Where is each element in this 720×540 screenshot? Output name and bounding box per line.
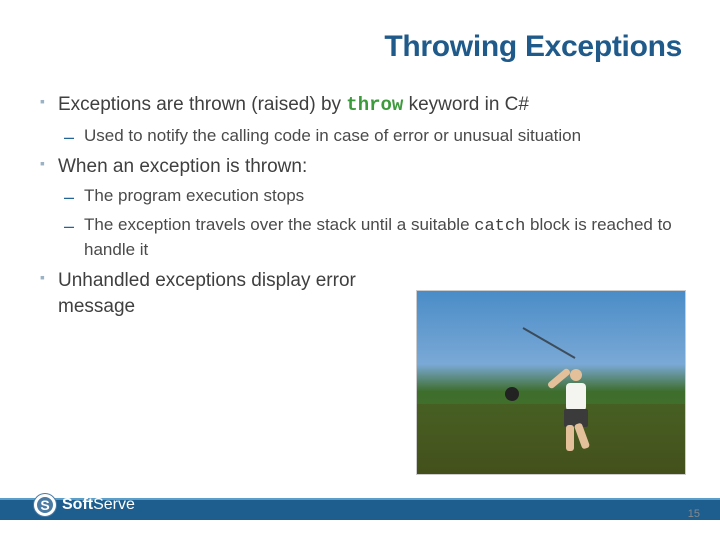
bullet-1: Exceptions are thrown (raised) by throw … [38,92,682,148]
bullet-2-sub: The program execution stops The exceptio… [58,185,682,262]
slide: Throwing Exceptions Exceptions are throw… [0,0,720,540]
throw-keyword: throw [346,94,403,116]
logo-mark-icon: S [34,494,56,516]
logo-text-rest: Serve [93,496,135,513]
decorative-image [416,290,686,475]
catch-keyword: catch [474,217,525,236]
slide-title: Throwing Exceptions [38,30,682,64]
bullet-1-text-a: Exceptions are thrown (raised) by [58,94,346,115]
logo-text-bold: Soft [62,496,93,513]
bullet-1-text-b: keyword in C# [403,94,529,115]
bullet-2-sub-2-text-a: The exception travels over the stack unt… [84,215,474,234]
footer-bar: S SoftServe [0,490,720,540]
softserve-logo: S SoftServe [34,494,135,516]
bullet-list: Exceptions are thrown (raised) by throw … [38,92,682,319]
bullet-2-sub-2: The exception travels over the stack unt… [58,214,682,262]
bullet-1-sub: Used to notify the calling code in case … [58,125,682,148]
page-number: 15 [688,508,700,520]
logo-text: SoftServe [62,496,135,514]
bullet-3: Unhandled exceptions display error messa… [38,268,358,319]
bullet-2: When an exception is thrown: The program… [38,154,682,262]
bullet-2-text: When an exception is thrown: [58,156,307,177]
bullet-2-sub-1: The program execution stops [58,185,682,208]
bullet-1-sub-1: Used to notify the calling code in case … [58,125,682,148]
